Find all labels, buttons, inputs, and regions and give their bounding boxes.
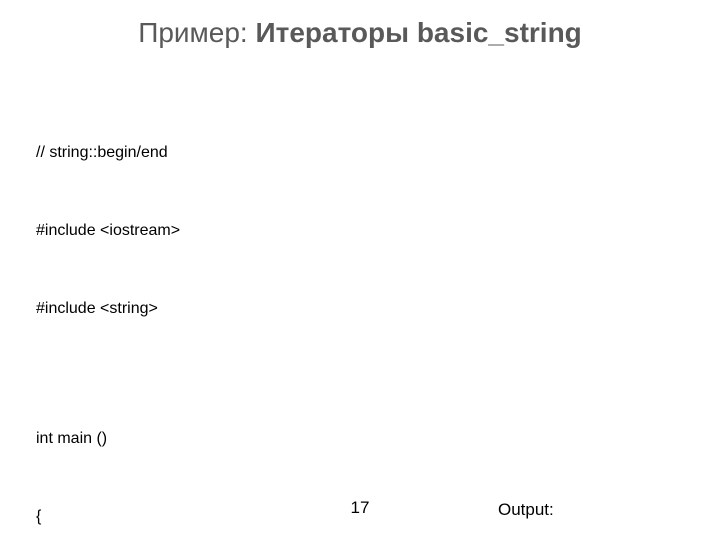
slide-title: Пример: Итераторы basic_string — [0, 18, 720, 49]
code-block: // string::begin/end #include <iostream>… — [36, 88, 429, 540]
code-line: #include <string> — [36, 296, 429, 322]
slide: Пример: Итераторы basic_string // string… — [0, 0, 720, 540]
title-prefix: Пример: — [138, 17, 255, 48]
code-line: #include <iostream> — [36, 218, 429, 244]
code-line: // string::begin/end — [36, 140, 429, 166]
title-bold: Итераторы basic_string — [256, 17, 582, 48]
code-line: int main () — [36, 426, 429, 452]
page-number: 17 — [0, 498, 720, 518]
